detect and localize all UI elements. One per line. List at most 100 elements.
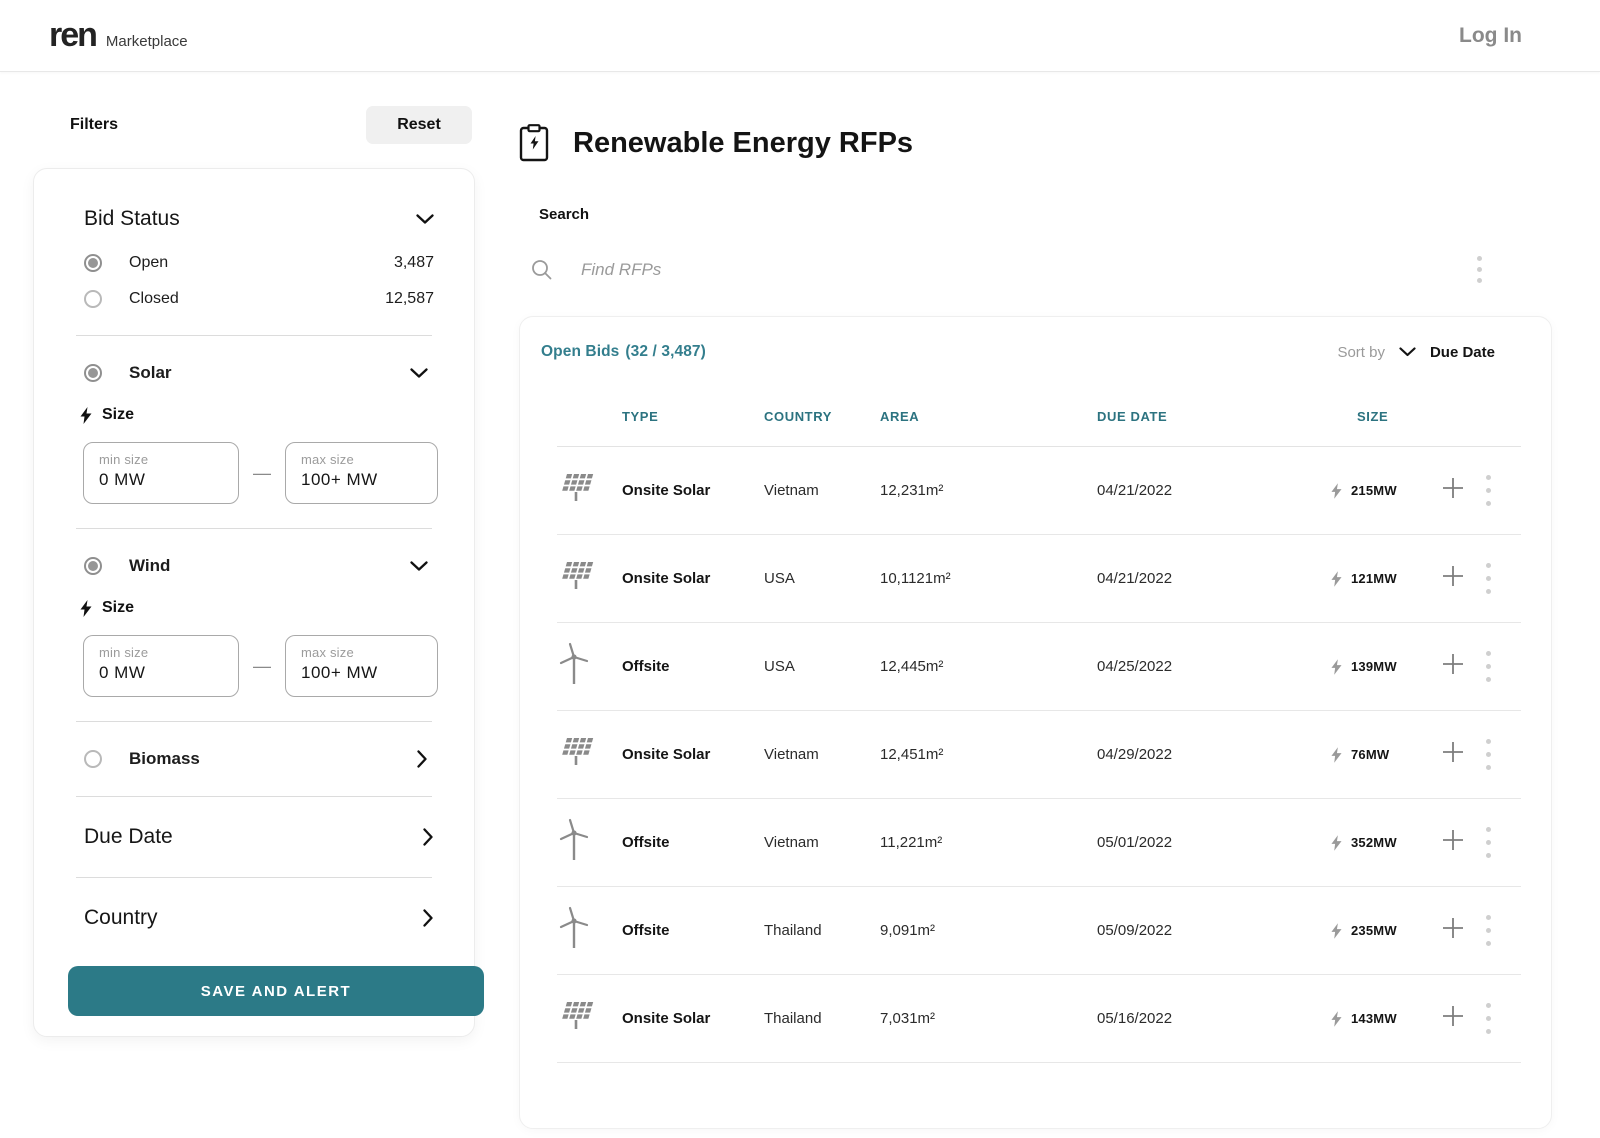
chevron-down-icon[interactable] — [416, 213, 434, 225]
divider — [76, 796, 432, 797]
rfp-table-body: Onsite Solar Vietnam 12,231m² 04/21/2022… — [557, 447, 1521, 1063]
add-rfp-button[interactable] — [1441, 1005, 1465, 1029]
max-size-value: 100+ MW — [301, 663, 378, 682]
biomass-section-header[interactable]: Biomass — [68, 740, 440, 778]
rfp-type: Onsite Solar — [622, 482, 711, 499]
solar-panel-icon — [562, 1002, 594, 1029]
open-count: 3,487 — [393, 254, 434, 271]
country-section-header[interactable]: Country — [68, 896, 440, 940]
wind-min-size-input[interactable]: min size 0 MW — [83, 635, 239, 697]
rfp-country: Vietnam — [764, 746, 819, 763]
radio-closed[interactable] — [84, 290, 102, 308]
min-size-label: min size — [99, 645, 149, 660]
chevron-right-icon[interactable] — [423, 909, 434, 927]
table-row[interactable]: Onsite Solar Thailand 7,031m² 05/16/2022… — [557, 975, 1521, 1063]
row-options-kebab-icon[interactable] — [1484, 561, 1493, 596]
login-button[interactable]: Log In — [1459, 24, 1522, 48]
bolt-icon — [1331, 746, 1342, 763]
bid-status-option-closed[interactable]: Closed 12,587 — [68, 281, 440, 317]
solar-section-header[interactable]: Solar — [68, 354, 440, 392]
table-row[interactable]: Offsite USA 12,445m² 04/25/2022 139MW — [557, 623, 1521, 711]
table-row[interactable]: Onsite Solar Vietnam 12,451m² 04/29/2022… — [557, 711, 1521, 799]
radio-wind[interactable] — [84, 557, 102, 575]
search-icon — [532, 260, 552, 280]
chevron-down-icon[interactable] — [410, 560, 428, 572]
row-options-kebab-icon[interactable] — [1484, 649, 1493, 684]
rfp-country: Vietnam — [764, 834, 819, 851]
rfp-area: 9,091m² — [880, 922, 936, 939]
column-header-area: AREA — [880, 409, 920, 424]
table-row[interactable]: Onsite Solar Vietnam 12,231m² 04/21/2022… — [557, 447, 1521, 535]
radio-open[interactable] — [84, 254, 102, 272]
rfp-size: 121MW — [1351, 571, 1397, 586]
range-separator: — — [253, 462, 271, 483]
table-row[interactable]: Offsite Vietnam 11,221m² 05/01/2022 352M… — [557, 799, 1521, 887]
row-options-kebab-icon[interactable] — [1484, 913, 1493, 948]
bid-status-section-header[interactable]: Bid Status — [68, 207, 440, 231]
divider — [76, 528, 432, 529]
solar-min-size-input[interactable]: min size 0 MW — [83, 442, 239, 504]
bid-status-option-open[interactable]: Open 3,487 — [68, 245, 440, 281]
rfp-type: Offsite — [622, 834, 670, 851]
rfp-table: TYPE COUNTRY AREA DUE DATE SIZE Onsite S… — [520, 409, 1551, 1063]
add-rfp-button[interactable] — [1441, 829, 1465, 853]
due-date-section-header[interactable]: Due Date — [68, 815, 440, 859]
wind-size-range: min size 0 MW — max size 100+ MW — [68, 635, 440, 703]
filters-sidebar: Filters Reset Bid Status Open 3,487 Clos… — [33, 106, 484, 1037]
rfp-area: 12,445m² — [880, 658, 944, 675]
rfp-type: Onsite Solar — [622, 570, 711, 587]
chevron-down-icon[interactable] — [1399, 347, 1416, 357]
add-rfp-button[interactable] — [1441, 477, 1465, 501]
column-header-size: SIZE — [1357, 409, 1389, 424]
max-size-label: max size — [301, 645, 354, 660]
brand-logo[interactable]: ren Marketplace — [49, 16, 188, 55]
add-rfp-button[interactable] — [1441, 741, 1465, 765]
closed-count: 12,587 — [385, 290, 434, 307]
rfp-type: Onsite Solar — [622, 1010, 711, 1027]
solar-max-size-input[interactable]: max size 100+ MW — [285, 442, 438, 504]
rfp-area: 10,1121m² — [880, 570, 951, 587]
bolt-icon — [1331, 834, 1342, 851]
plus-icon — [1443, 654, 1463, 674]
bolt-icon — [1331, 922, 1342, 939]
search-options-kebab-icon[interactable] — [1475, 254, 1484, 285]
radio-biomass[interactable] — [84, 750, 102, 768]
brand-suffix: Marketplace — [105, 33, 188, 50]
row-options-kebab-icon[interactable] — [1484, 473, 1493, 508]
rfp-country: USA — [764, 570, 795, 587]
sort-value: Due Date — [1429, 343, 1495, 361]
table-row[interactable]: Offsite Thailand 9,091m² 05/09/2022 235M… — [557, 887, 1521, 975]
chevron-right-icon[interactable] — [417, 750, 428, 768]
rfp-country: Thailand — [764, 922, 822, 939]
add-rfp-button[interactable] — [1441, 917, 1465, 941]
min-size-label: min size — [99, 452, 149, 467]
chevron-down-icon[interactable] — [410, 367, 428, 379]
sort-control[interactable]: Sort by Due Date — [1337, 344, 1495, 361]
clipboard-bolt-icon — [519, 124, 549, 162]
row-options-kebab-icon[interactable] — [1484, 825, 1493, 860]
add-rfp-button[interactable] — [1441, 653, 1465, 677]
column-header-type: TYPE — [622, 409, 659, 424]
table-row[interactable]: Onsite Solar USA 10,1121m² 04/21/2022 12… — [557, 535, 1521, 623]
chevron-right-icon[interactable] — [423, 828, 434, 846]
wind-section-header[interactable]: Wind — [68, 547, 440, 585]
min-size-value: 0 MW — [99, 470, 146, 489]
rfp-area: 12,451m² — [880, 746, 944, 763]
radio-solar[interactable] — [84, 364, 102, 382]
plus-icon — [1443, 1006, 1463, 1026]
row-options-kebab-icon[interactable] — [1484, 1001, 1493, 1036]
rfp-size: 76MW — [1351, 747, 1390, 762]
save-and-alert-button[interactable]: SAVE AND ALERT — [68, 966, 484, 1016]
sort-by-label: Sort by — [1337, 343, 1385, 361]
reset-filters-button[interactable]: Reset — [366, 106, 472, 144]
rfp-area: 12,231m² — [880, 482, 944, 499]
add-rfp-button[interactable] — [1441, 565, 1465, 589]
solar-panel-icon — [562, 738, 594, 765]
divider — [76, 335, 432, 336]
search-label: Search — [539, 206, 590, 223]
row-options-kebab-icon[interactable] — [1484, 737, 1493, 772]
search-input[interactable] — [581, 260, 1181, 280]
wind-max-size-input[interactable]: max size 100+ MW — [285, 635, 438, 697]
table-header-row: TYPE COUNTRY AREA DUE DATE SIZE — [557, 409, 1521, 424]
plus-icon — [1443, 830, 1463, 850]
